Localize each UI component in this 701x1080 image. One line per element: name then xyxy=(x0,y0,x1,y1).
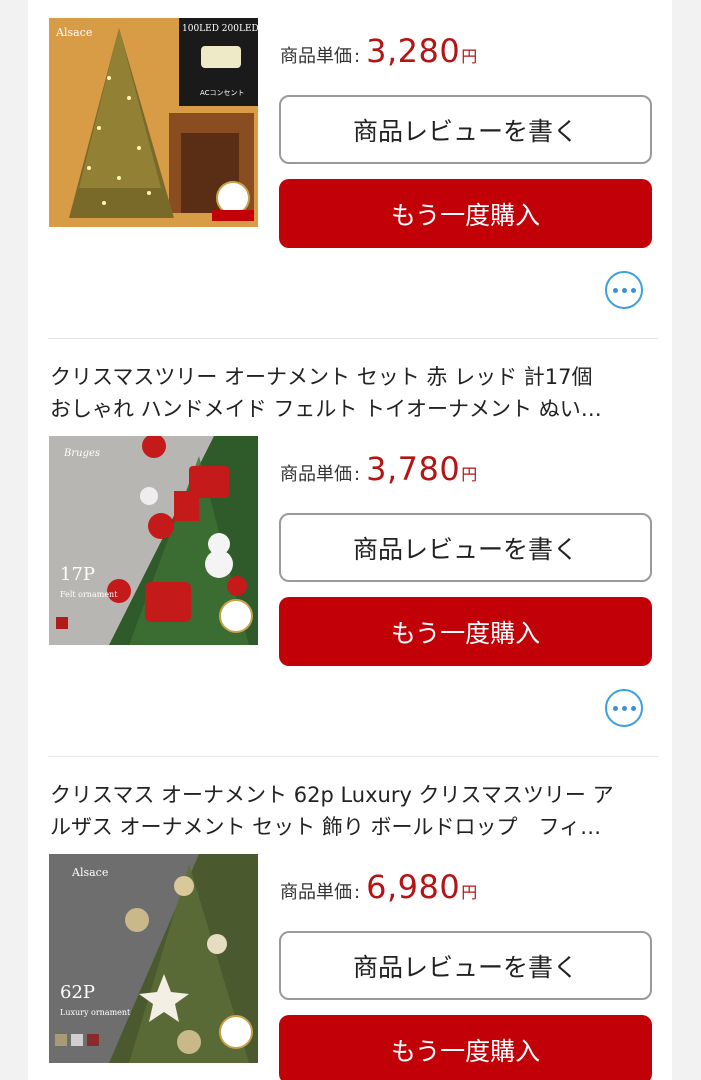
price-value: 6,980 xyxy=(366,868,461,906)
price-currency: 円 xyxy=(461,883,478,902)
product-image[interactable] xyxy=(49,18,258,227)
purchase-history-page: Alsace 100LED 200LED ACコンセント 商品単価 : 3,28… xyxy=(0,0,701,1080)
price-label: 商品単価 xyxy=(280,464,352,485)
write-review-button[interactable]: 商品レビューを書く xyxy=(279,513,652,582)
image-sub-label: Luxury ornament xyxy=(60,1008,131,1017)
christmas-tree-lights-image xyxy=(49,18,258,227)
price-label: 商品単価 xyxy=(280,46,352,67)
price-currency: 円 xyxy=(461,47,478,66)
more-options-icon[interactable] xyxy=(605,689,643,727)
felt-ornaments-tree-image xyxy=(49,436,258,645)
unit-price: 商品単価 : 3,780 円 xyxy=(280,450,478,488)
write-review-button[interactable]: 商品レビューを書く xyxy=(279,95,652,164)
buy-again-button[interactable]: もう一度購入 xyxy=(279,597,652,666)
image-badge-sublabel: ACコンセント xyxy=(200,89,245,97)
unit-price: 商品単価 : 6,980 円 xyxy=(280,868,478,906)
price-label: 商品単価 xyxy=(280,882,352,903)
buy-again-button[interactable]: もう一度購入 xyxy=(279,179,652,248)
divider xyxy=(48,756,658,757)
price-value: 3,280 xyxy=(366,32,461,70)
product-image[interactable] xyxy=(49,854,258,1063)
image-badge-label: 100LED 200LED xyxy=(182,24,259,34)
image-count-label: 17P xyxy=(60,564,96,585)
unit-price: 商品単価 : 3,280 円 xyxy=(280,32,478,70)
product-title[interactable]: クリスマスツリー オーナメント セット 赤 レッド 計17個 おしゃれ ハンドメ… xyxy=(50,361,650,425)
more-options-icon[interactable] xyxy=(605,271,643,309)
divider xyxy=(48,338,658,339)
image-sub-label: Felt ornament xyxy=(60,590,118,599)
price-currency: 円 xyxy=(461,465,478,484)
image-count-label: 62P xyxy=(60,982,96,1003)
product-image[interactable] xyxy=(49,436,258,645)
luxury-ornaments-tree-image xyxy=(49,854,258,1063)
write-review-button[interactable]: 商品レビューを書く xyxy=(279,931,652,1000)
price-value: 3,780 xyxy=(366,450,461,488)
image-brand-label: Bruges xyxy=(64,448,101,459)
image-brand-label: Alsace xyxy=(72,866,109,879)
buy-again-button[interactable]: もう一度購入 xyxy=(279,1015,652,1080)
product-title[interactable]: クリスマス オーナメント 62p Luxury クリスマスツリー ア ルザス オ… xyxy=(50,779,650,843)
image-brand-label: Alsace xyxy=(56,26,93,39)
